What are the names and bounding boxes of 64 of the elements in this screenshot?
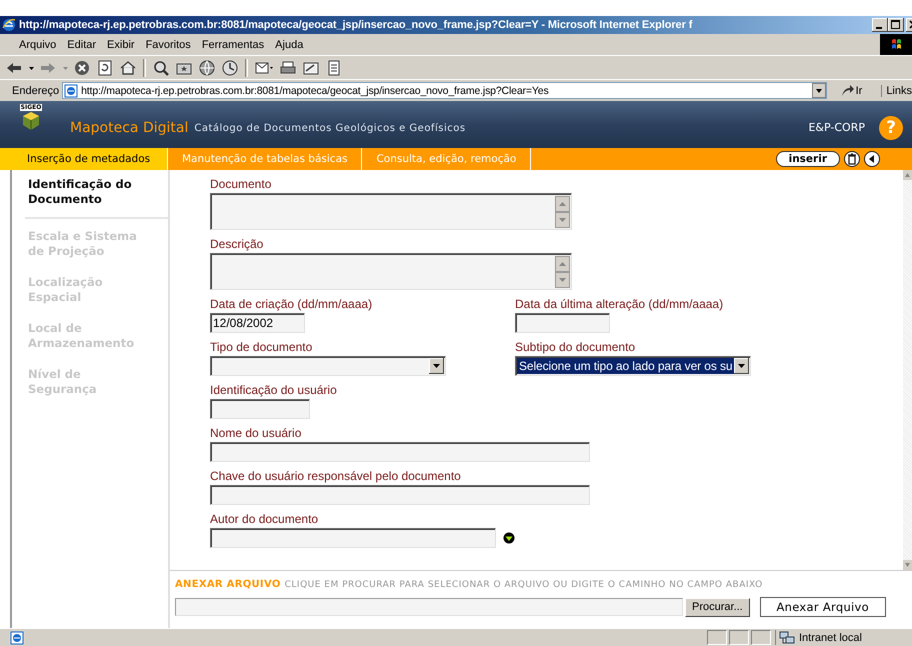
dropdown-arrow-icon: [734, 358, 749, 374]
input-field[interactable]: [210, 528, 496, 548]
menu-item[interactable]: Ferramentas: [196, 38, 270, 50]
address-label: Endereço: [12, 84, 60, 96]
menu-item[interactable]: Exibir: [102, 38, 140, 50]
network-icon: [779, 630, 795, 644]
menu-item[interactable]: Arquivo: [14, 38, 62, 50]
date-field[interactable]: [515, 313, 610, 333]
print-icon[interactable]: [278, 58, 298, 76]
window-title: http://mapoteca-rj.ep.petrobras.com.br:8081/mapoteca/geocat_jsp/insercao_novo_frame.jsp?Clear=Y - Microsoft Internet Explorer f: [19, 19, 692, 31]
field-label: Autor do documento: [210, 512, 320, 526]
insert-button[interactable]: inserir: [776, 151, 840, 167]
go-button[interactable]: Ir: [838, 84, 864, 98]
menu-item[interactable]: Favoritos: [140, 38, 196, 50]
links-label[interactable]: Links: [881, 84, 912, 96]
input-field[interactable]: [210, 442, 590, 462]
file-path-field[interactable]: [175, 598, 683, 616]
hint-text: CLIQUE EM PROCURAR PARA SELECIONAR O ARQUIVO OU DIGITE O CAMINHO NO CAMPO ABAIXO: [284, 580, 763, 590]
scrollbar[interactable]: [903, 170, 912, 570]
page-icon: [64, 84, 78, 98]
menu-item[interactable]: Ajuda: [270, 38, 308, 50]
lookup-icon[interactable]: [503, 532, 515, 544]
sidebar-item[interactable]: Identificação do Documento: [12, 177, 143, 207]
address-field[interactable]: http://mapoteca-rj.ep.petrobras.com.br:8081/mapoteca/geocat_jsp/insercao_novo_frame.jsp?Clear=Yes: [62, 82, 827, 99]
status-pane: [751, 630, 771, 645]
home-icon[interactable]: [118, 58, 138, 76]
menu-item[interactable]: Editar: [62, 38, 102, 50]
status-pane: [707, 630, 727, 645]
globe-icon[interactable]: [197, 58, 217, 76]
dropdown[interactable]: [210, 356, 446, 376]
ie-logo-icon: [2, 18, 16, 32]
date-field[interactable]: 12/08/2002: [210, 313, 305, 333]
field-label: Identificação do usuário: [210, 383, 338, 397]
field-label: Descrição: [210, 237, 264, 251]
search-icon[interactable]: [151, 58, 171, 76]
cube-logo-icon: [22, 111, 40, 131]
field-label: Data de criação (dd/mm/aaaa): [210, 297, 374, 311]
trash-icon[interactable]: [844, 151, 860, 167]
clock-icon[interactable]: [220, 58, 240, 76]
scroll-up-icon: [903, 170, 912, 180]
dropdown-arrow-icon: [429, 358, 444, 374]
maximize-button[interactable]: [888, 18, 904, 32]
browse-button[interactable]: Procurar...: [685, 598, 750, 616]
tab[interactable]: Inserção de metadados: [0, 148, 168, 170]
windows-logo-icon: [880, 34, 912, 55]
field-label: Documento: [210, 177, 272, 191]
go-arrow-icon: [840, 84, 854, 98]
minimize-button[interactable]: [872, 18, 888, 32]
zone-label: Intranet local: [799, 632, 862, 644]
field-label: Nome do usuário: [210, 426, 302, 440]
attach-button[interactable]: Anexar Arquivo: [760, 597, 886, 617]
section-title: ANEXAR ARQUIVO: [175, 579, 281, 590]
dropdown[interactable]: Selecione um tipo ao lado para ver os su: [515, 356, 751, 376]
input-field[interactable]: [210, 485, 590, 505]
organization-label: E&P-CORP: [808, 121, 865, 134]
app-subtitle: Catálogo de Documentos Geológicos e Geofísicos: [194, 123, 466, 134]
input-field[interactable]: [210, 399, 310, 419]
field-label: Chave do usuário responsável pelo documento: [210, 469, 462, 483]
status-pane: [729, 630, 749, 645]
stop-icon[interactable]: [72, 58, 92, 76]
field-label: Subtipo do documento: [515, 340, 636, 354]
app-name: Mapoteca Digital: [70, 120, 188, 136]
field-label: Data da última alteração (dd/mm/aaaa): [515, 297, 724, 311]
field-label: Tipo de documento: [210, 340, 314, 354]
